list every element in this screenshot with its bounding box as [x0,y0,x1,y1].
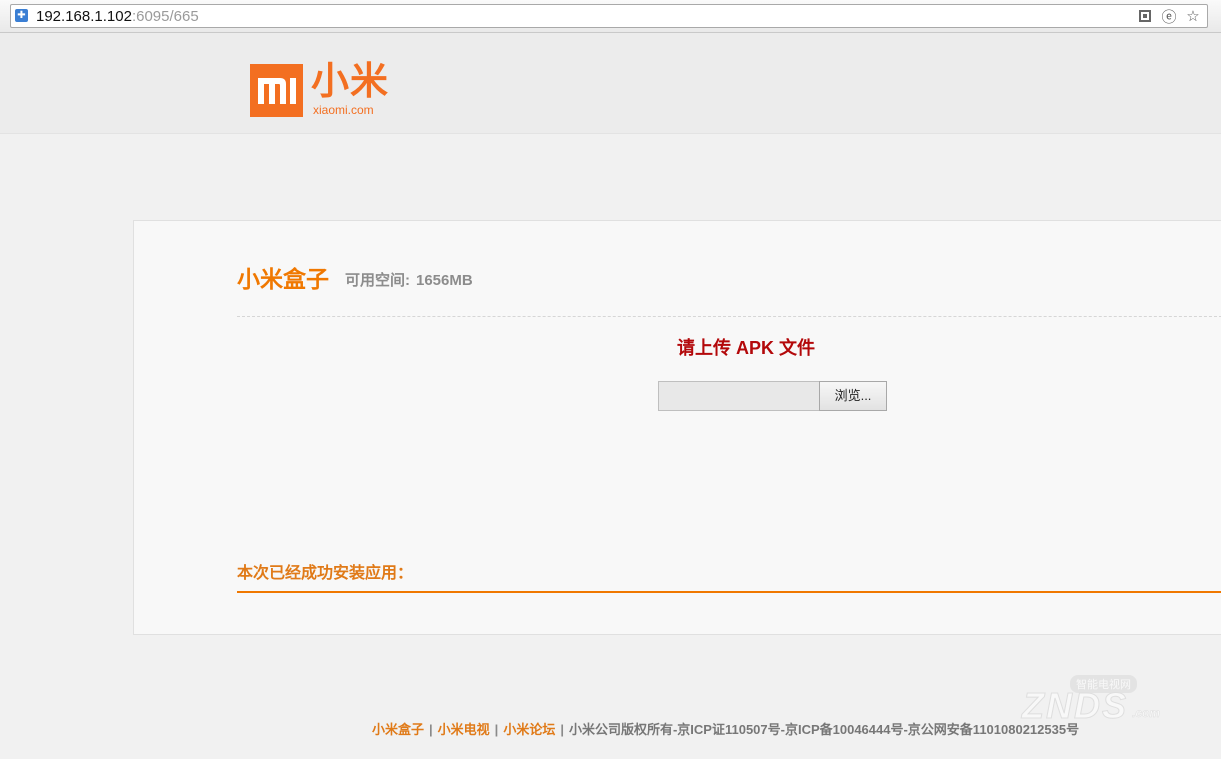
storage-value: 1656MB [416,272,473,289]
footer: 小米盒子 | 小米电视 | 小米论坛 | 小米公司版权所有-京ICP证110507号-京IC… [372,721,1079,739]
copyright-text: 小米公司版权所有-京ICP证110507号-京ICP备10046444号-京公网… [568,722,1080,737]
site-header: 小米 xiaomi.com [0,33,1221,134]
url-text[interactable]: 192.168.1.102:6095/665 [36,8,199,25]
footer-link-forum[interactable]: 小米论坛 [503,722,555,737]
installed-apps-divider [237,591,1221,593]
address-bar[interactable]: ✚ 192.168.1.102:6095/665 ⓔ ☆ [10,4,1208,28]
ie-compat-icon[interactable]: ⓔ [1161,7,1177,26]
bookmark-star-icon[interactable]: ☆ [1185,7,1201,25]
address-bar-actions: ⓔ ☆ [1137,7,1201,26]
footer-separator: | [494,722,499,737]
footer-separator: | [429,722,433,737]
page-title: 小米盒子 [237,266,329,292]
browse-button[interactable]: 浏览... [819,381,887,411]
upload-prompt: 请上传 APK 文件 [677,338,816,358]
znds-watermark: 智能电视网 ZNDS .com [1010,655,1180,727]
footer-link-mibox[interactable]: 小米盒子 [372,722,424,737]
installed-apps-heading: 本次已经成功安装应用： [237,565,414,582]
browser-toolbar: ✚ 192.168.1.102:6095/665 ⓔ ☆ [0,0,1221,33]
footer-link-mitv[interactable]: 小米电视 [438,722,490,737]
footer-separator: | [560,722,564,737]
url-path: :6095/665 [131,8,199,25]
watermark-suffix: .com [1132,706,1161,721]
url-host: 192.168.1.102 [36,8,132,25]
qr-code-icon[interactable] [1137,7,1153,25]
logo-wordmark: 小米 [311,61,390,103]
watermark-brand: ZNDS [1022,685,1128,727]
logo-domain: xiaomi.com [313,103,374,117]
upload-panel: 小米盒子 可用空间: 1656MB 请上传 APK 文件 浏览... 本次已经成功… [133,220,1221,635]
dashed-divider [237,316,1221,317]
shield-icon: ✚ [15,9,28,22]
apk-file-input[interactable] [658,381,820,411]
storage-info: 可用空间: 1656MB [345,271,473,291]
storage-label: 可用空间: [345,272,410,289]
mi-logo-mark [250,64,303,117]
